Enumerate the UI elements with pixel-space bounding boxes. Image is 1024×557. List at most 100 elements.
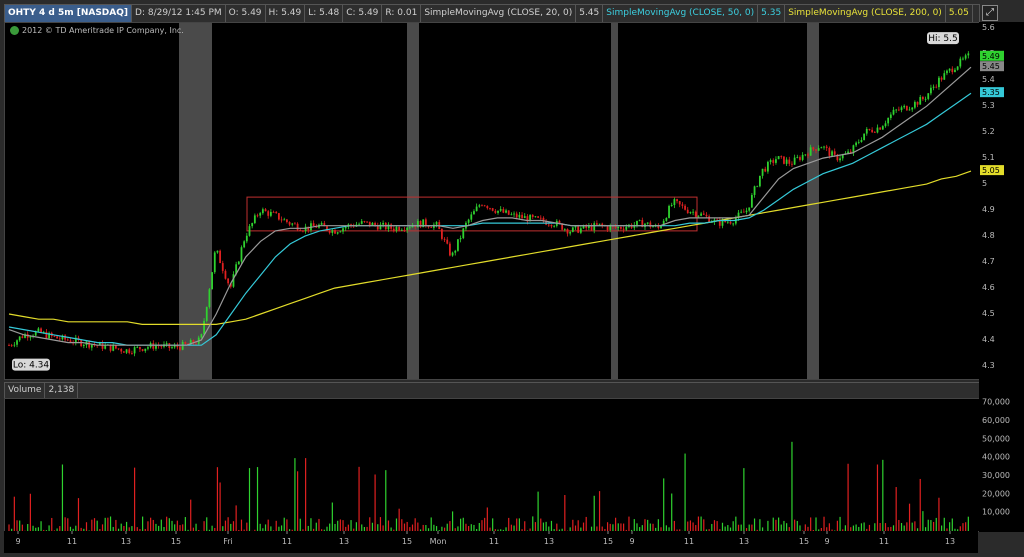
candle-body [489, 208, 491, 209]
candle-body [678, 201, 681, 205]
candle-body [748, 207, 751, 211]
candle-body [264, 209, 267, 212]
time-tick-label: 9 [629, 537, 634, 546]
candle-body [507, 210, 510, 215]
volume-tick-label: 40,000 [982, 453, 1010, 462]
volume-bar [628, 516, 630, 531]
candle-body [342, 228, 344, 232]
candle-body [617, 227, 620, 228]
candle-body [868, 128, 871, 130]
candle-body [358, 223, 360, 225]
price-pane[interactable]: Hi: 5.5 Lo: 4.34 [4, 22, 980, 380]
volume-bar [19, 520, 21, 531]
candle-body [922, 97, 924, 100]
symbol-label[interactable]: OHTY 4 d 5m [NASDAQ] [5, 5, 133, 22]
volume-bar [524, 521, 526, 531]
volume-bar [449, 521, 451, 531]
time-axis[interactable]: 9 11 13 15 Fri 11 13 15 Mon 11 13 15 9 11 13 15 9 11 13 [4, 531, 978, 553]
candle-body [726, 221, 729, 223]
volume-bar [355, 522, 357, 531]
candle-body [563, 229, 566, 230]
sma50-label[interactable]: SimpleMovingAvg (CLOSE, 50, 0) [603, 5, 759, 22]
volume-bar [256, 467, 259, 531]
time-tick-label: 13 [121, 537, 131, 546]
candle-body [523, 216, 526, 219]
volume-bar [195, 523, 197, 531]
time-tick-label: Fri [223, 537, 233, 546]
candle-body [18, 336, 21, 341]
volume-bar [216, 467, 219, 531]
volume-bar [911, 522, 913, 531]
candle-body [825, 146, 828, 148]
volume-bar [876, 464, 879, 531]
candle-body [697, 215, 700, 217]
candle-body [491, 208, 494, 211]
candle-body [948, 68, 951, 71]
candle-body [114, 345, 117, 349]
candle-body [481, 205, 483, 207]
candle-body [879, 127, 882, 130]
candle-body [817, 148, 820, 151]
candle-body [462, 228, 465, 239]
volume-bar [860, 523, 863, 531]
candle-body [277, 213, 280, 220]
candle-body [16, 340, 18, 345]
volume-tick-label: 10,000 [982, 508, 1010, 517]
candle-body [435, 222, 438, 225]
session-break-1 [407, 23, 419, 379]
candle-body [539, 217, 542, 219]
volume-bar [478, 523, 480, 531]
volume-bar [657, 519, 659, 531]
volume-label[interactable]: Volume [5, 382, 46, 399]
volume-bar [778, 517, 780, 531]
candle-body [152, 343, 155, 349]
candle-body [449, 243, 451, 256]
volume-bar [839, 516, 841, 531]
volume-bar [310, 518, 312, 531]
volume-bar [572, 519, 574, 531]
candle-body [443, 238, 446, 240]
range-readout: R: 0.01 [382, 5, 422, 22]
volume-bar [417, 522, 419, 531]
volume-bar [203, 521, 205, 531]
candle-body [269, 211, 272, 216]
volume-bar [898, 519, 900, 531]
volume-bar [882, 459, 884, 531]
volume-bar [398, 508, 400, 531]
volume-bar [331, 502, 333, 531]
price-tick-label: 5.1 [982, 153, 995, 162]
candle-body [128, 349, 131, 354]
volume-pane[interactable] [4, 398, 980, 532]
volume-bar [532, 516, 534, 531]
candle-body [280, 219, 283, 221]
candle-body [938, 77, 940, 88]
sma200-label[interactable]: SimpleMovingAvg (CLOSE, 200, 0) [785, 5, 946, 22]
candle-body [897, 109, 900, 111]
volume-bar [598, 491, 601, 531]
volume-bar [107, 517, 109, 531]
volume-bar [297, 471, 299, 531]
candle-body [793, 157, 796, 165]
candle-body [686, 209, 689, 214]
candle-body [943, 73, 946, 80]
maximize-icon[interactable]: ⤢ [982, 5, 998, 21]
candle-body [195, 343, 197, 345]
candle-body [705, 214, 708, 217]
candle-body [205, 307, 208, 321]
volume-bar [460, 518, 462, 531]
candle-body [962, 58, 964, 60]
candle-body [927, 93, 930, 99]
candle-body [29, 336, 32, 338]
sma20-label[interactable]: SimpleMovingAvg (CLOSE, 20, 0) [421, 5, 577, 22]
candle-body [946, 70, 948, 74]
volume-bar [540, 518, 542, 531]
volume-bar [40, 521, 42, 531]
candle-body [331, 230, 334, 233]
high-readout: H: 5.49 [266, 5, 306, 22]
candle-body [502, 209, 505, 213]
candle-body [708, 216, 711, 223]
candle-body [141, 349, 144, 351]
candle-body [785, 159, 788, 164]
price-axis[interactable]: 5.65.55.45.35.25.154.94.84.74.64.54.44.3… [979, 22, 1024, 532]
volume-bar [294, 458, 296, 531]
